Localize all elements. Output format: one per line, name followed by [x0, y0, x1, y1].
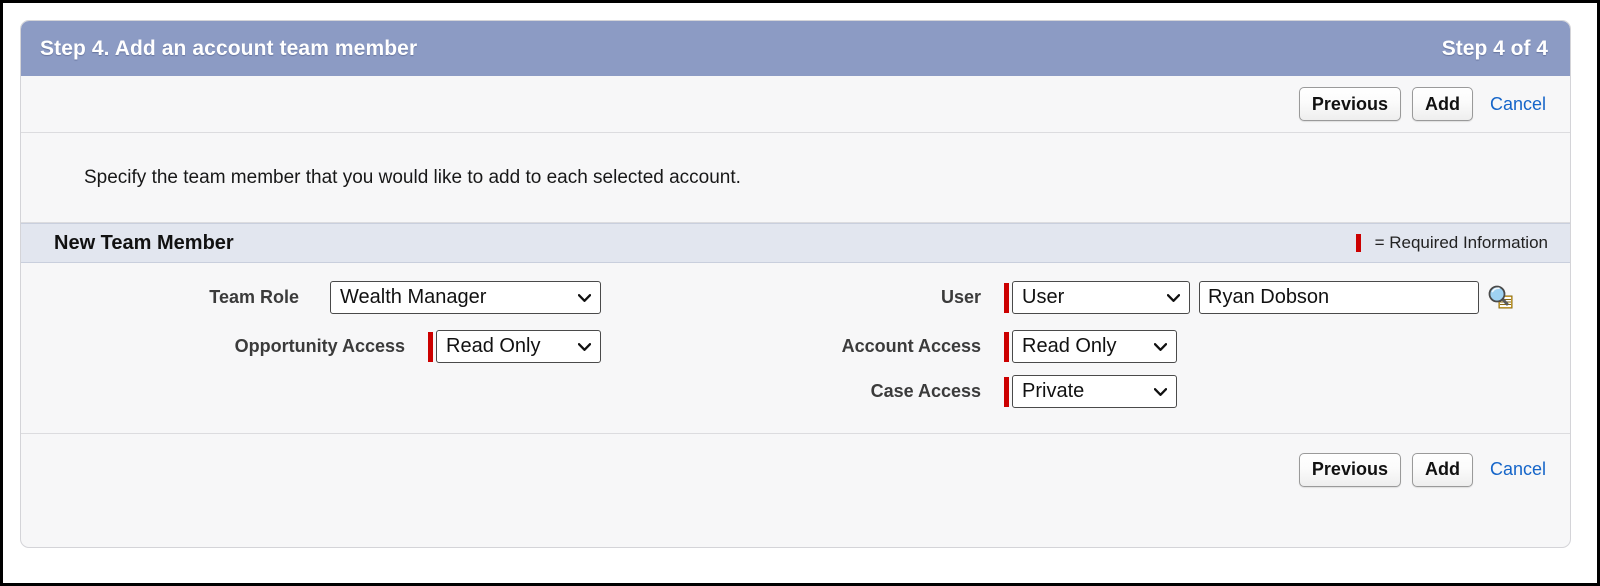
- step-counter: Step 4 of 4: [1441, 36, 1548, 60]
- opportunity-access-value: Read Only: [446, 335, 541, 357]
- outer-frame: Step 4. Add an account team member Step …: [0, 0, 1600, 586]
- page-title: Step 4. Add an account team member: [40, 36, 418, 60]
- user-required-marker: [1004, 282, 1009, 313]
- user-label: User: [940, 287, 981, 307]
- new-team-member-form: Team Role Wealth Manager Opportunity Acc…: [21, 263, 1570, 433]
- wizard-panel: Step 4. Add an account team member Step …: [20, 20, 1571, 548]
- team-role-value: Wealth Manager: [340, 286, 487, 308]
- bottom-button-bar: Previous Add Cancel: [21, 433, 1570, 505]
- chevron-down-icon: [1154, 387, 1167, 396]
- user-type-value: User: [1022, 286, 1065, 308]
- opportunity-access-label: Opportunity Access: [234, 336, 405, 356]
- required-legend-text: = Required Information: [1374, 233, 1548, 252]
- new-team-member-section-header: New Team Member = Required Information: [21, 223, 1570, 263]
- field-row-user: User User Ryan Dobson: [711, 281, 1515, 314]
- required-information-legend: = Required Information: [1355, 233, 1548, 253]
- chevron-down-icon: [578, 342, 591, 351]
- add-button-top[interactable]: Add: [1411, 87, 1473, 121]
- instructions-area: Specify the team member that you would l…: [21, 133, 1570, 223]
- instructions-text: Specify the team member that you would l…: [84, 166, 741, 188]
- previous-button-bottom[interactable]: Previous: [1298, 452, 1401, 487]
- field-row-account-access: Account Access Read Only: [711, 330, 1177, 363]
- required-marker-icon: [1355, 234, 1361, 252]
- magnifying-glass-icon[interactable]: [1487, 284, 1515, 312]
- chevron-down-icon: [1154, 342, 1167, 351]
- account-access-select[interactable]: Read Only: [1012, 330, 1177, 363]
- cancel-link-top[interactable]: Cancel: [1490, 94, 1546, 115]
- chevron-down-icon: [1167, 293, 1180, 302]
- cancel-link-bottom[interactable]: Cancel: [1490, 459, 1546, 480]
- case-access-value: Private: [1022, 380, 1085, 402]
- section-title: New Team Member: [54, 231, 234, 254]
- account-access-required-marker: [1004, 331, 1009, 362]
- team-role-required-spacer: [322, 283, 327, 313]
- add-button-bottom[interactable]: Add: [1411, 452, 1473, 487]
- field-row-opportunity-access: Opportunity Access Read Only: [21, 330, 601, 363]
- user-type-select[interactable]: User: [1012, 281, 1190, 314]
- team-role-label: Team Role: [209, 287, 299, 307]
- case-access-label: Case Access: [870, 381, 981, 401]
- previous-button-top[interactable]: Previous: [1298, 87, 1401, 121]
- wizard-title-bar: Step 4. Add an account team member Step …: [21, 21, 1570, 76]
- screenshot-root: Step 4. Add an account team member Step …: [0, 0, 1600, 586]
- chevron-down-icon: [578, 293, 591, 302]
- case-access-required-marker: [1004, 376, 1009, 407]
- field-row-case-access: Case Access Private: [711, 375, 1177, 408]
- top-button-bar: Previous Add Cancel: [21, 76, 1570, 133]
- team-role-select[interactable]: Wealth Manager: [330, 281, 601, 314]
- opportunity-access-select[interactable]: Read Only: [436, 330, 601, 363]
- opportunity-access-required-marker: [428, 331, 433, 362]
- user-name-input[interactable]: Ryan Dobson: [1199, 281, 1479, 314]
- field-row-team-role: Team Role Wealth Manager: [21, 281, 601, 314]
- case-access-select[interactable]: Private: [1012, 375, 1177, 408]
- account-access-value: Read Only: [1022, 335, 1117, 357]
- account-access-label: Account Access: [841, 336, 981, 356]
